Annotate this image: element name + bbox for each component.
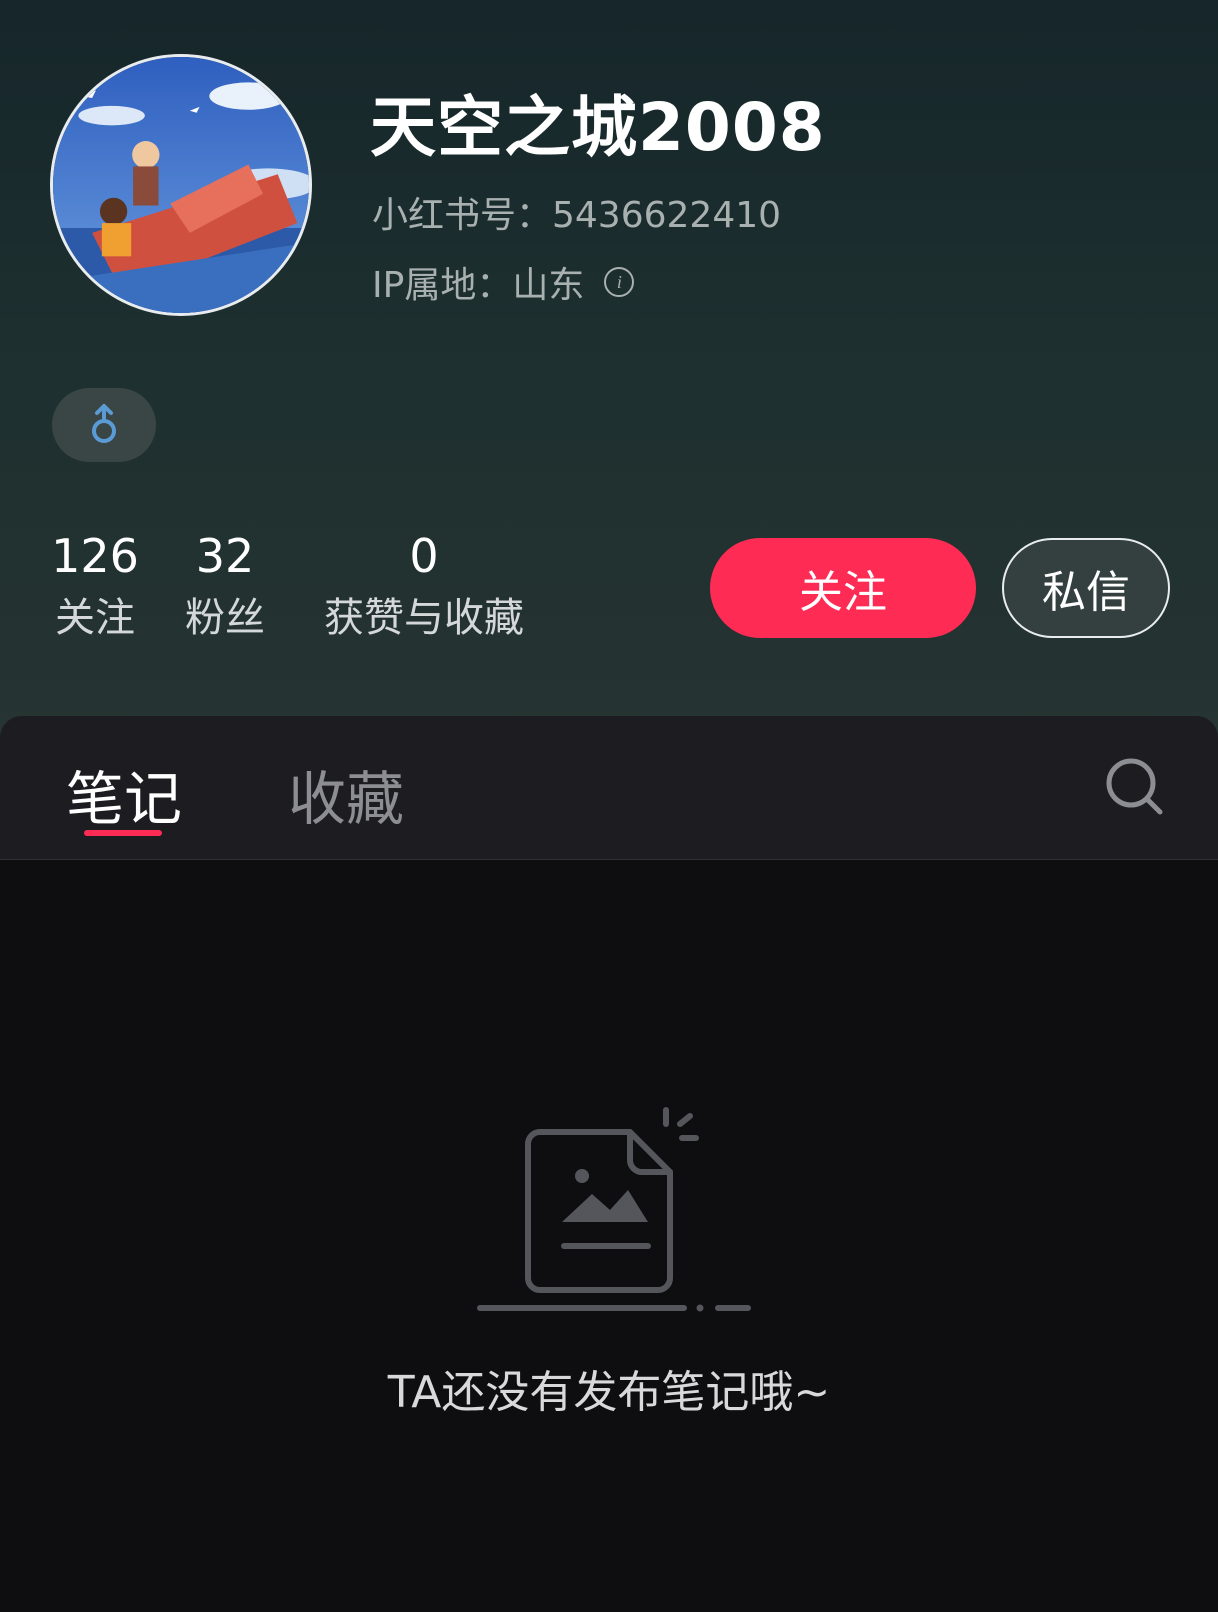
gender-badge — [52, 388, 156, 462]
message-button[interactable]: 私信 — [1002, 538, 1170, 638]
empty-notes-icon — [477, 1107, 751, 1312]
nickname: 天空之城2008 — [370, 89, 826, 166]
search-icon[interactable] — [1100, 752, 1170, 822]
stat-value: 0 — [409, 529, 439, 583]
stat-value: 32 — [195, 529, 255, 583]
stat-label: 获赞与收藏 — [324, 595, 524, 641]
active-tab-indicator — [84, 830, 162, 836]
tab-collections[interactable]: 收藏 — [288, 752, 404, 836]
stat-label: 粉丝 — [185, 595, 265, 641]
stat-followers[interactable]: 32 粉丝 — [180, 528, 270, 646]
avatar-image — [53, 57, 309, 313]
ip-location-row: IP属地：山东 i — [372, 256, 635, 308]
info-icon[interactable]: i — [604, 267, 635, 297]
follow-button[interactable]: 关注 — [710, 538, 976, 638]
stat-value: 126 — [51, 529, 139, 583]
tab-notes[interactable]: 笔记 — [66, 752, 182, 836]
user-id: 小红书号：5436622410 — [372, 195, 782, 236]
tab-bar: 笔记 收藏 — [0, 716, 1218, 860]
stat-label: 关注 — [55, 595, 135, 641]
empty-state-text: TA还没有发布笔记哦~ — [387, 1367, 831, 1418]
male-icon — [92, 404, 116, 443]
stat-likes-collects[interactable]: 0 获赞与收藏 — [312, 528, 536, 646]
profile-header: 天空之城2008 小红书号：5436622410 IP属地：山东 i 126 关… — [0, 0, 1218, 740]
avatar[interactable] — [50, 54, 312, 316]
stat-following[interactable]: 126 关注 — [50, 528, 140, 646]
ip-location: IP属地：山东 — [372, 265, 585, 306]
